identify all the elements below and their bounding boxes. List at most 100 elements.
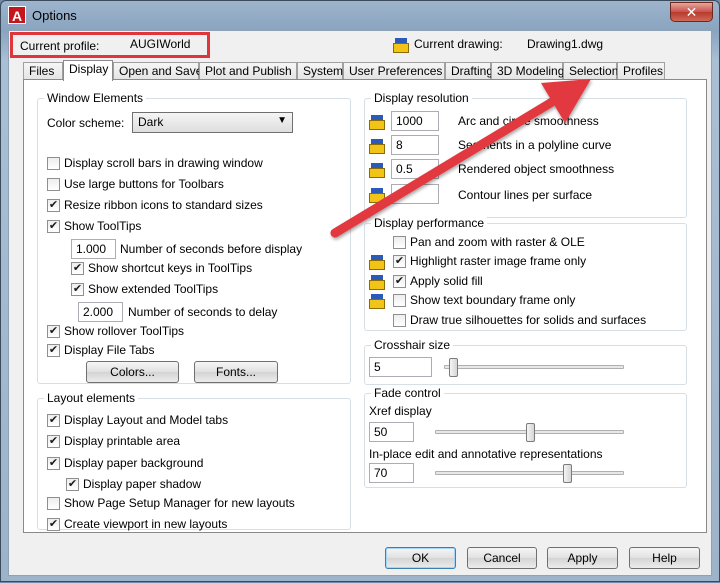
resize-ribbon-checkbox[interactable]: ✔ bbox=[47, 199, 60, 212]
polyline-segments-input[interactable]: 8 bbox=[391, 135, 439, 155]
page-setup-manager-checkbox[interactable] bbox=[47, 497, 60, 510]
autocad-logo-icon: A bbox=[8, 6, 26, 24]
rendered-smoothness-input[interactable]: 0.5 bbox=[391, 159, 439, 179]
xref-display-input[interactable]: 50 bbox=[369, 422, 414, 442]
seconds-before-display-input[interactable]: 1.000 bbox=[71, 239, 116, 259]
tab-plot-and-publish[interactable]: Plot and Publish bbox=[199, 62, 297, 80]
large-buttons-label: Use large buttons for Toolbars bbox=[64, 177, 224, 191]
fade-control-group: Fade control Xref display 50 In-place ed… bbox=[364, 386, 687, 488]
printable-area-checkbox[interactable]: ✔ bbox=[47, 435, 60, 448]
window-title: Options bbox=[32, 8, 77, 23]
display-resolution-title: Display resolution bbox=[371, 91, 472, 105]
create-viewport-label: Create viewport in new layouts bbox=[64, 517, 228, 531]
ok-button[interactable]: OK bbox=[385, 547, 456, 569]
crosshair-size-input[interactable]: 5 bbox=[369, 357, 432, 377]
apply-solid-fill-label: Apply solid fill bbox=[410, 274, 483, 288]
polyline-segments-label: Segments in a polyline curve bbox=[458, 138, 612, 152]
pan-zoom-raster-checkbox[interactable] bbox=[393, 236, 406, 249]
close-button[interactable]: ✕ bbox=[670, 2, 713, 22]
inplace-edit-slider[interactable] bbox=[563, 464, 573, 483]
tab-profiles[interactable]: Profiles bbox=[617, 62, 665, 80]
window-elements-title: Window Elements bbox=[44, 91, 147, 105]
apply-solid-fill-checkbox[interactable]: ✔ bbox=[393, 275, 406, 288]
drawing-saved-icon bbox=[369, 114, 385, 130]
tab-drafting[interactable]: Drafting bbox=[445, 62, 493, 80]
tab-selection[interactable]: Selection bbox=[563, 62, 618, 80]
extended-tooltips-label: Show extended ToolTips bbox=[88, 282, 219, 296]
tab-display[interactable]: Display bbox=[63, 60, 113, 81]
title-bar[interactable]: A Options ✕ bbox=[1, 1, 719, 29]
drawing-saved-icon bbox=[369, 138, 385, 154]
text-boundary-checkbox[interactable] bbox=[393, 294, 406, 307]
tab-open-and-save[interactable]: Open and Save bbox=[113, 62, 202, 80]
display-tab-panel: Window Elements Color scheme: Dark ▼ Dis… bbox=[23, 79, 707, 533]
current-profile-value: AUGIWorld bbox=[130, 37, 191, 51]
seconds-to-delay-input[interactable]: 2.000 bbox=[78, 302, 123, 322]
tab-3d-modeling[interactable]: 3D Modeling bbox=[491, 62, 564, 80]
shortcut-keys-checkbox[interactable]: ✔ bbox=[71, 262, 84, 275]
help-button[interactable]: Help bbox=[629, 547, 700, 569]
rollover-tooltips-label: Show rollover ToolTips bbox=[64, 324, 185, 338]
color-scheme-select[interactable]: Dark ▼ bbox=[132, 112, 293, 133]
arc-circle-smoothness-label: Arc and circle smoothness bbox=[458, 114, 599, 128]
layout-elements-title: Layout elements bbox=[44, 391, 139, 405]
current-drawing-label: Current drawing: bbox=[414, 37, 503, 51]
contour-lines-input[interactable] bbox=[391, 184, 439, 204]
options-dialog: A Options ✕ Current profile: AUGIWorld C… bbox=[0, 0, 720, 582]
contour-lines-label: Contour lines per surface bbox=[458, 188, 593, 202]
seconds-before-display-label: Number of seconds before display bbox=[120, 242, 303, 256]
current-drawing-value: Drawing1.dwg bbox=[527, 37, 604, 51]
layout-model-tabs-label: Display Layout and Model tabs bbox=[64, 413, 229, 427]
dialog-client: Current profile: AUGIWorld Current drawi… bbox=[8, 30, 712, 576]
shortcut-keys-label: Show shortcut keys in ToolTips bbox=[88, 261, 253, 275]
display-performance-group: Display performance Pan and zoom with ra… bbox=[364, 216, 687, 331]
large-buttons-checkbox[interactable] bbox=[47, 178, 60, 191]
paper-shadow-checkbox[interactable]: ✔ bbox=[66, 478, 79, 491]
rendered-smoothness-label: Rendered object smoothness bbox=[458, 162, 615, 176]
true-silhouettes-checkbox[interactable] bbox=[393, 314, 406, 327]
drawing-icon bbox=[393, 37, 409, 53]
scroll-bars-checkbox[interactable] bbox=[47, 157, 60, 170]
show-tooltips-checkbox[interactable]: ✔ bbox=[47, 220, 60, 233]
arc-circle-smoothness-input[interactable]: 1000 bbox=[391, 111, 439, 131]
apply-button[interactable]: Apply bbox=[547, 547, 618, 569]
paper-background-checkbox[interactable]: ✔ bbox=[47, 457, 60, 470]
fade-control-title: Fade control bbox=[371, 386, 444, 400]
pan-zoom-raster-label: Pan and zoom with raster & OLE bbox=[410, 235, 585, 249]
inplace-edit-input[interactable]: 70 bbox=[369, 463, 414, 483]
show-tooltips-label: Show ToolTips bbox=[64, 219, 142, 233]
layout-elements-group: Layout elements ✔ Display Layout and Mod… bbox=[37, 391, 351, 531]
tab-user-preferences[interactable]: User Preferences bbox=[343, 62, 445, 80]
crosshair-size-group: Crosshair size 5 bbox=[364, 338, 687, 385]
drawing-saved-icon bbox=[369, 293, 385, 309]
window-elements-group: Window Elements Color scheme: Dark ▼ Dis… bbox=[37, 91, 351, 384]
display-performance-title: Display performance bbox=[371, 216, 488, 230]
xref-display-slider[interactable] bbox=[525, 423, 535, 442]
scroll-bars-label: Display scroll bars in drawing window bbox=[64, 156, 263, 170]
chevron-down-icon: ▼ bbox=[277, 115, 287, 126]
rollover-tooltips-checkbox[interactable]: ✔ bbox=[47, 325, 60, 338]
extended-tooltips-checkbox[interactable]: ✔ bbox=[71, 283, 84, 296]
drawing-saved-icon bbox=[369, 274, 385, 290]
printable-area-label: Display printable area bbox=[64, 434, 181, 448]
color-scheme-value: Dark bbox=[138, 115, 164, 129]
layout-model-tabs-checkbox[interactable]: ✔ bbox=[47, 414, 60, 427]
file-tabs-checkbox[interactable]: ✔ bbox=[47, 344, 60, 357]
resize-ribbon-label: Resize ribbon icons to standard sizes bbox=[64, 198, 263, 212]
xref-display-label: Xref display bbox=[369, 404, 432, 418]
display-resolution-group: Display resolution 1000 Arc and circle s… bbox=[364, 91, 687, 218]
drawing-saved-icon bbox=[369, 187, 385, 203]
crosshair-size-slider[interactable] bbox=[449, 358, 458, 377]
colors-button[interactable]: Colors... bbox=[86, 361, 179, 383]
paper-background-label: Display paper background bbox=[64, 456, 204, 470]
highlight-raster-checkbox[interactable]: ✔ bbox=[393, 255, 406, 268]
fonts-button[interactable]: Fonts... bbox=[194, 361, 278, 383]
paper-shadow-label: Display paper shadow bbox=[83, 477, 202, 491]
tab-system[interactable]: System bbox=[297, 62, 343, 80]
text-boundary-label: Show text boundary frame only bbox=[410, 293, 576, 307]
create-viewport-checkbox[interactable]: ✔ bbox=[47, 518, 60, 531]
current-profile-label: Current profile: bbox=[20, 39, 100, 53]
tab-files[interactable]: Files bbox=[23, 62, 63, 80]
drawing-saved-icon bbox=[369, 162, 385, 178]
cancel-button[interactable]: Cancel bbox=[467, 547, 537, 569]
